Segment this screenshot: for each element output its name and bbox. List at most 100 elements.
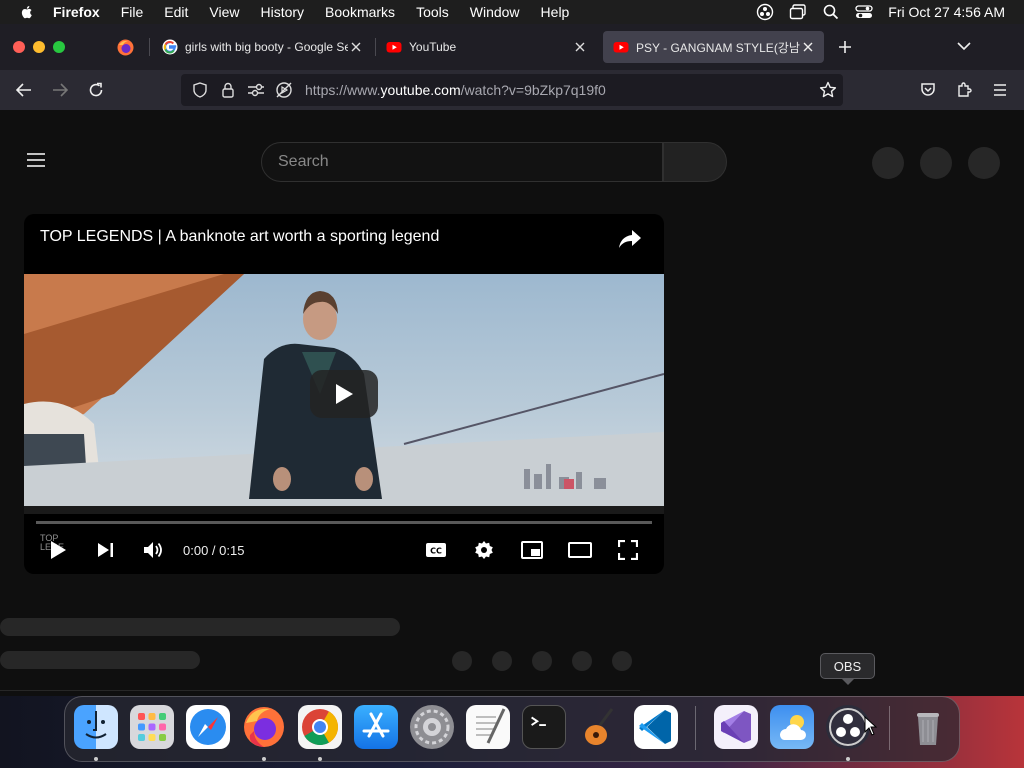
reload-icon[interactable] — [84, 78, 108, 102]
running-indicator — [318, 757, 322, 761]
tooltip-arrow — [841, 678, 855, 685]
video-timecode: 0:00 / 0:15 — [183, 543, 245, 558]
menubar-clock[interactable]: Fri Oct 27 4:56 AM — [888, 4, 1005, 20]
menu-tools[interactable]: Tools — [416, 4, 449, 20]
spotlight-search-icon[interactable] — [822, 3, 840, 21]
weather-icon[interactable] — [770, 705, 814, 749]
divider — [0, 690, 640, 691]
apple-icon[interactable] — [19, 4, 35, 20]
action-placeholder — [532, 651, 552, 671]
subtitles-cc-icon[interactable]: CC — [424, 538, 448, 562]
share-icon[interactable] — [618, 228, 642, 250]
visual-studio-icon[interactable] — [714, 705, 758, 749]
url-prefix: https://www. — [305, 82, 381, 98]
new-tab-icon[interactable] — [838, 40, 852, 54]
youtube-search-input[interactable]: Search — [261, 142, 663, 182]
video-frame[interactable] — [24, 274, 664, 514]
large-play-button[interactable] — [310, 370, 378, 418]
notifications-button-placeholder[interactable] — [920, 147, 952, 179]
action-placeholder — [492, 651, 512, 671]
theater-mode-icon[interactable] — [568, 538, 592, 562]
tab-separator — [149, 38, 150, 56]
menu-window[interactable]: Window — [470, 4, 520, 20]
action-placeholder — [612, 651, 632, 671]
app-menu-icon[interactable] — [988, 78, 1012, 102]
tab-label: PSY - GANGNAM STYLE(강남스타 — [636, 40, 800, 55]
url-text[interactable]: https://www.youtube.com/watch?v=9bZkp7q1… — [305, 82, 606, 98]
fullscreen-icon[interactable] — [616, 538, 640, 562]
hamburger-menu-icon[interactable] — [26, 152, 46, 168]
address-bar[interactable]: https://www.youtube.com/watch?v=9bZkp7q1… — [181, 74, 843, 106]
menu-file[interactable]: File — [121, 4, 144, 20]
firefox-view-icon[interactable] — [117, 39, 134, 56]
action-placeholder — [452, 651, 472, 671]
tab-label: YouTube — [409, 40, 457, 54]
url-path: /watch?v=9bZkp7q19f0 — [460, 82, 606, 98]
zoom-window-button[interactable] — [53, 41, 65, 53]
garageband-icon[interactable] — [578, 705, 622, 749]
dock-separator — [695, 706, 696, 750]
play-icon[interactable] — [46, 538, 70, 562]
miniplayer-icon[interactable] — [520, 538, 544, 562]
extensions-icon[interactable] — [952, 78, 976, 102]
tab-gangnam-style[interactable]: PSY - GANGNAM STYLE(강남스타 — [603, 31, 824, 63]
textedit-icon[interactable] — [466, 705, 510, 749]
forward-icon[interactable] — [48, 78, 72, 102]
pocket-icon[interactable] — [916, 78, 940, 102]
tab-google-search[interactable]: girls with big booty - Google Se — [152, 31, 372, 63]
running-indicator — [94, 757, 98, 761]
youtube-page: Search TOP LEGENDS | A banknote art wort… — [0, 110, 1024, 696]
terminal-icon[interactable] — [522, 705, 566, 749]
search-placeholder: Search — [278, 153, 329, 170]
video-progress-bar[interactable] — [36, 521, 652, 524]
control-center-icon[interactable] — [855, 3, 873, 21]
app-store-icon[interactable] — [354, 705, 398, 749]
volume-icon[interactable] — [141, 538, 165, 562]
back-icon[interactable] — [12, 78, 36, 102]
tab-youtube[interactable]: YouTube — [376, 31, 596, 63]
video-title: TOP LEGENDS | A banknote art worth a spo… — [40, 228, 440, 245]
vscode-icon[interactable] — [634, 705, 678, 749]
trash-icon[interactable] — [906, 705, 950, 749]
tab-strip: girls with big booty - Google Se YouTube… — [0, 24, 1024, 70]
menu-help[interactable]: Help — [541, 4, 570, 20]
settings-gear-icon[interactable] — [472, 538, 496, 562]
close-tab-icon[interactable] — [572, 39, 588, 55]
firefox-window: girls with big booty - Google Se YouTube… — [0, 24, 1024, 696]
dock-separator — [889, 706, 890, 750]
youtube-search-button[interactable] — [663, 142, 727, 182]
create-button-placeholder[interactable] — [872, 147, 904, 179]
dock-tooltip: OBS — [820, 653, 875, 679]
close-window-button[interactable] — [13, 41, 25, 53]
close-tab-icon[interactable] — [348, 39, 364, 55]
action-placeholder — [572, 651, 592, 671]
window-stack-icon[interactable] — [789, 3, 807, 21]
autoplay-blocked-icon[interactable] — [275, 81, 293, 99]
menu-firefox[interactable]: Firefox — [53, 4, 100, 20]
close-tab-icon[interactable] — [800, 39, 816, 55]
list-all-tabs-icon[interactable] — [957, 41, 971, 51]
video-player[interactable]: TOP LEGENDS | A banknote art worth a spo… — [24, 214, 664, 574]
launchpad-icon[interactable] — [130, 705, 174, 749]
menu-history[interactable]: History — [260, 4, 304, 20]
tracking-protection-shield-icon[interactable] — [191, 81, 209, 99]
bookmark-star-icon[interactable] — [819, 81, 837, 99]
permissions-icon[interactable] — [247, 81, 265, 99]
menu-edit[interactable]: Edit — [164, 4, 188, 20]
chrome-icon[interactable] — [298, 705, 342, 749]
finder-icon[interactable] — [74, 705, 118, 749]
firefox-icon[interactable] — [242, 705, 286, 749]
menu-view[interactable]: View — [209, 4, 239, 20]
avatar-placeholder[interactable] — [968, 147, 1000, 179]
minimize-window-button[interactable] — [33, 41, 45, 53]
channel-placeholder — [0, 651, 200, 669]
url-host: youtube.com — [380, 82, 461, 98]
lock-icon[interactable] — [219, 81, 237, 99]
menu-bookmarks[interactable]: Bookmarks — [325, 4, 395, 20]
google-icon — [162, 39, 178, 55]
next-video-icon[interactable] — [94, 538, 118, 562]
mouse-cursor — [864, 716, 878, 736]
safari-icon[interactable] — [186, 705, 230, 749]
system-settings-icon[interactable] — [410, 705, 454, 749]
obs-status-icon[interactable] — [756, 3, 774, 21]
